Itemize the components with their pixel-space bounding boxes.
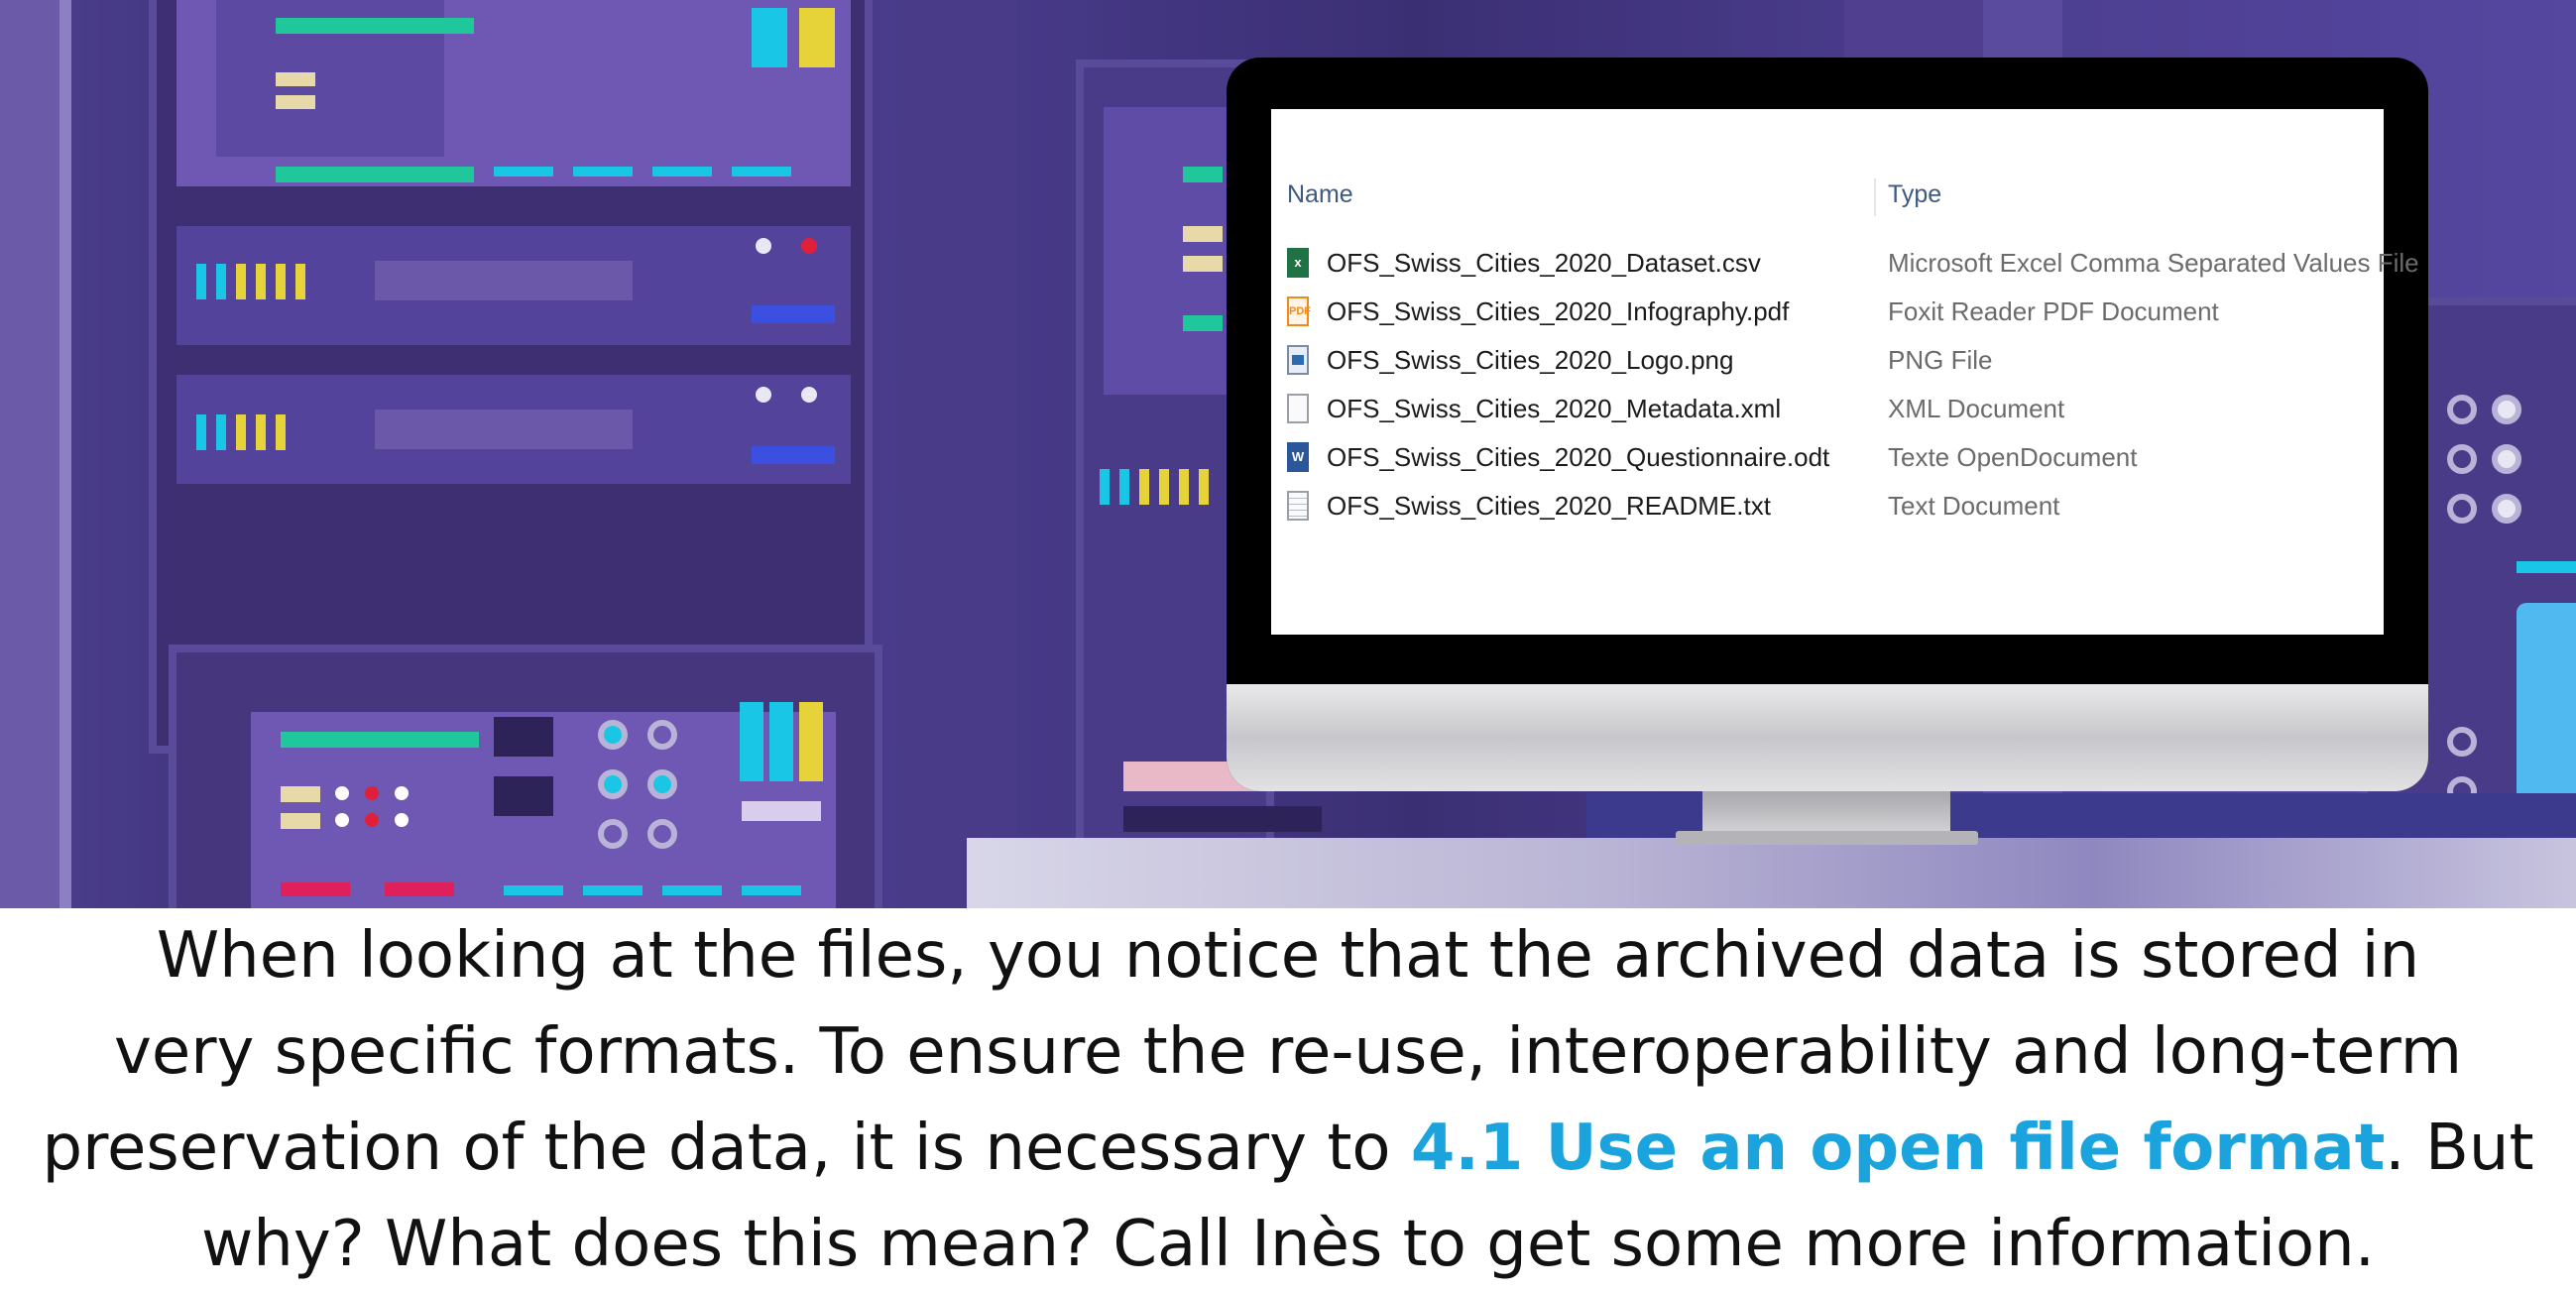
blank-file-icon: [1287, 394, 1309, 423]
pdf-icon: PDF: [1287, 296, 1311, 326]
monitor-stand-base: [1676, 831, 1978, 845]
file-type: XML Document: [1888, 394, 2065, 423]
file-row[interactable]: W OFS_Swiss_Cities_2020_Questionnaire.od…: [1271, 442, 2384, 491]
column-header-name[interactable]: Name: [1287, 180, 1353, 209]
caption-line: When looking at the files, you notice th…: [156, 919, 2420, 993]
monitor-chin: [1227, 684, 2428, 791]
narrative-caption: When looking at the files, you notice th…: [0, 908, 2576, 1288]
column-separator[interactable]: [1874, 178, 1876, 216]
wall-beam: [897, 0, 1016, 908]
file-type: Text Document: [1888, 491, 2060, 521]
excel-csv-icon: x: [1287, 248, 1309, 278]
file-row[interactable]: PDF OFS_Swiss_Cities_2020_Infography.pdf…: [1271, 296, 2384, 345]
file-type: Foxit Reader PDF Document: [1888, 296, 2219, 326]
file-name: OFS_Swiss_Cities_2020_Metadata.xml: [1327, 394, 1782, 423]
caption-line: very specific formats. To ensure the re-…: [113, 1015, 2463, 1089]
monitor-stand: [1702, 791, 1950, 836]
monitor: Name Type x OFS_Swiss_Cities_2020_Datase…: [1227, 58, 2428, 791]
wall-beam: [0, 0, 59, 908]
file-name: OFS_Swiss_Cities_2020_Questionnaire.odt: [1327, 442, 1830, 472]
file-row[interactable]: OFS_Swiss_Cities_2020_Metadata.xml XML D…: [1271, 394, 2384, 442]
caption-line: why? What does this mean? Call Inès to g…: [200, 1208, 2376, 1281]
file-type: Microsoft Excel Comma Separated Values F…: [1888, 248, 2419, 278]
file-name: OFS_Swiss_Cities_2020_Logo.png: [1327, 345, 1734, 375]
file-row[interactable]: OFS_Swiss_Cities_2020_README.txt Text Do…: [1271, 491, 2384, 539]
image-file-icon: [1287, 345, 1309, 375]
caption-line: preservation of the data, it is necessar…: [0, 1101, 2576, 1197]
column-header-type[interactable]: Type: [1888, 180, 1941, 209]
desk-surface: [967, 838, 2576, 908]
server-room-illustration: Name Type x OFS_Swiss_Cities_2020_Datase…: [0, 0, 2576, 908]
file-type: PNG File: [1888, 345, 1993, 375]
caption-text: . But: [2385, 1112, 2534, 1185]
file-type: Texte OpenDocument: [1888, 442, 2138, 472]
wall-beam: [59, 0, 71, 908]
server-rack: [149, 0, 873, 754]
file-row[interactable]: x OFS_Swiss_Cities_2020_Dataset.csv Micr…: [1271, 248, 2419, 296]
file-name: OFS_Swiss_Cities_2020_Dataset.csv: [1327, 248, 1761, 278]
word-document-icon: W: [1287, 442, 1309, 472]
file-row[interactable]: OFS_Swiss_Cities_2020_Logo.png PNG File: [1271, 345, 2384, 394]
file-name: OFS_Swiss_Cities_2020_README.txt: [1327, 491, 1771, 521]
file-name: OFS_Swiss_Cities_2020_Infography.pdf: [1327, 296, 1790, 326]
caption-text: preservation of the data, it is necessar…: [42, 1112, 1411, 1185]
open-file-format-link[interactable]: 4.1 Use an open file format: [1411, 1112, 2385, 1185]
server-rack: [169, 645, 882, 908]
text-file-icon: [1287, 491, 1309, 521]
file-explorer-window: Name Type x OFS_Swiss_Cities_2020_Datase…: [1271, 109, 2419, 635]
